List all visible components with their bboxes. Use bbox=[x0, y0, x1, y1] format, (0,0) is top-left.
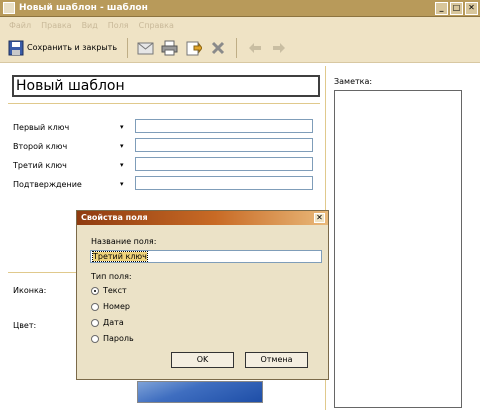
second-key-input[interactable] bbox=[135, 138, 313, 152]
radio-selected-icon bbox=[91, 286, 99, 295]
app-icon bbox=[3, 2, 15, 14]
menu-view[interactable]: Вид bbox=[82, 21, 98, 30]
field-name-input[interactable]: Третий ключ bbox=[90, 250, 322, 263]
third-key-input[interactable] bbox=[135, 157, 313, 171]
chevron-down-icon[interactable]: ▾ bbox=[120, 161, 124, 169]
chevron-down-icon[interactable]: ▾ bbox=[120, 180, 124, 188]
menu-fields[interactable]: Поля bbox=[108, 21, 129, 30]
field-label-third-key: Третий ключ bbox=[13, 161, 67, 170]
menu-help[interactable]: Справка bbox=[139, 21, 174, 30]
first-key-input[interactable] bbox=[135, 119, 313, 133]
icon-label: Иконка: bbox=[13, 286, 47, 295]
field-label-confirmation: Подтверждение bbox=[13, 180, 82, 189]
template-name-input[interactable]: Новый шаблон bbox=[12, 75, 320, 97]
dialog-close-icon[interactable]: ✕ bbox=[314, 213, 325, 223]
window-title: Новый шаблон - шаблон bbox=[19, 3, 148, 13]
forward-button[interactable] bbox=[267, 37, 290, 59]
radio-icon bbox=[91, 334, 99, 343]
radio-label: Дата bbox=[103, 318, 124, 327]
save-close-label: Сохранить и закрыть bbox=[27, 43, 118, 52]
minimize-button[interactable]: _ bbox=[435, 1, 448, 15]
radio-label: Пароль bbox=[103, 334, 134, 343]
divider bbox=[8, 272, 78, 273]
printer-icon bbox=[161, 39, 178, 56]
save-close-button[interactable]: Сохранить и закрыть bbox=[4, 37, 120, 59]
field-type-label: Тип поля: bbox=[91, 272, 132, 281]
delete-button[interactable] bbox=[206, 37, 229, 59]
close-button[interactable]: ✕ bbox=[465, 1, 478, 15]
note-label: Заметка: bbox=[334, 77, 373, 86]
radio-icon bbox=[91, 302, 99, 311]
field-label-first-key: Первый ключ bbox=[13, 123, 70, 132]
field-properties-dialog: Свойства поля ✕ Название поля: Третий кл… bbox=[76, 210, 329, 380]
delete-x-icon bbox=[209, 39, 226, 56]
note-textarea[interactable] bbox=[334, 90, 462, 408]
arrow-right-icon bbox=[270, 39, 287, 56]
cancel-button[interactable]: Отмена bbox=[245, 352, 308, 368]
arrow-left-icon bbox=[246, 39, 263, 56]
icon-preview-image bbox=[137, 381, 263, 403]
toolbar-separator bbox=[127, 37, 129, 58]
chevron-down-icon[interactable]: ▾ bbox=[120, 123, 124, 131]
print-button[interactable] bbox=[158, 37, 181, 59]
radio-type-number[interactable]: Номер bbox=[91, 302, 130, 311]
field-label-second-key: Второй ключ bbox=[13, 142, 68, 151]
radio-type-text[interactable]: Текст bbox=[91, 286, 127, 295]
toolbar: Сохранить и закрыть bbox=[0, 33, 480, 63]
radio-type-password[interactable]: Пароль bbox=[91, 334, 134, 343]
divider bbox=[8, 103, 320, 104]
chevron-down-icon[interactable]: ▾ bbox=[120, 142, 124, 150]
export-button[interactable] bbox=[182, 37, 205, 59]
radio-icon bbox=[91, 318, 99, 327]
envelope-icon bbox=[137, 39, 154, 56]
radio-label: Номер bbox=[103, 302, 130, 311]
toolbar-separator bbox=[236, 37, 238, 58]
menu-bar: Файл Правка Вид Поля Справка bbox=[0, 17, 480, 33]
field-name-value: Третий ключ bbox=[92, 251, 148, 262]
export-icon bbox=[185, 39, 203, 56]
maximize-button[interactable]: □ bbox=[450, 1, 463, 15]
confirmation-input[interactable] bbox=[135, 176, 313, 190]
dialog-title: Свойства поля bbox=[77, 211, 328, 225]
color-label: Цвет: bbox=[13, 321, 37, 330]
title-bar: Новый шаблон - шаблон _ □ ✕ bbox=[0, 0, 480, 17]
menu-file[interactable]: Файл bbox=[9, 21, 31, 30]
back-button[interactable] bbox=[243, 37, 266, 59]
floppy-disk-icon bbox=[7, 39, 24, 56]
email-button[interactable] bbox=[134, 37, 157, 59]
radio-label: Текст bbox=[103, 286, 127, 295]
menu-edit[interactable]: Правка bbox=[41, 21, 71, 30]
radio-type-date[interactable]: Дата bbox=[91, 318, 124, 327]
field-name-label: Название поля: bbox=[91, 237, 157, 246]
ok-button[interactable]: OK bbox=[171, 352, 234, 368]
